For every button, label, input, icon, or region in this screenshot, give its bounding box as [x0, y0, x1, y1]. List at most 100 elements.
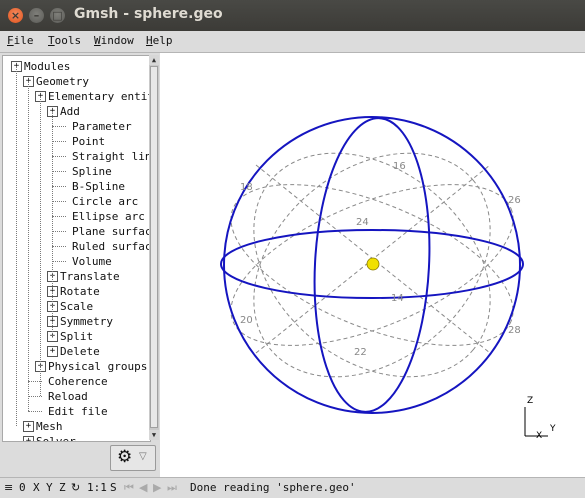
- tree-item-label: Parameter: [72, 120, 132, 133]
- tree-item[interactable]: Edit file: [3, 404, 150, 419]
- tree-item[interactable]: + Scale: [3, 299, 150, 314]
- tree-item-label: Delete: [60, 345, 100, 358]
- view-y-button[interactable]: Y: [46, 481, 53, 494]
- menu-tools[interactable]: Tools: [48, 34, 81, 47]
- menu-file[interactable]: File: [7, 34, 34, 47]
- tree-item-label: Modules: [24, 60, 71, 73]
- tree-item[interactable]: Plane surface: [3, 224, 150, 239]
- tree-item[interactable]: Volume: [3, 254, 150, 269]
- gear-icon: ⚙: [117, 447, 133, 467]
- tree-item-label: Scale: [60, 300, 94, 313]
- tree-item[interactable]: Coherence: [3, 374, 150, 389]
- tree-item[interactable]: + Rotate: [3, 284, 150, 299]
- surface-label: 26: [508, 195, 521, 206]
- tree-item[interactable]: Reload: [3, 389, 150, 404]
- tree-item[interactable]: + Split: [3, 329, 150, 344]
- tree-item-label: Mesh: [36, 420, 63, 433]
- tree-connector: [28, 81, 29, 411]
- tree-item-label: Solver: [36, 435, 76, 442]
- tree-item-label: Straight line: [72, 150, 151, 163]
- tree-connector: [52, 246, 66, 247]
- expand-toggle-icon[interactable]: +: [23, 436, 34, 441]
- tree-item[interactable]: B-Spline: [3, 179, 150, 194]
- surface-label: 28: [508, 325, 521, 336]
- close-icon: ×: [10, 9, 21, 22]
- surface-label: 20: [240, 315, 253, 326]
- scroll-down-icon[interactable]: ▼: [149, 430, 159, 440]
- center-point: [366, 257, 380, 271]
- tree-item[interactable]: Ruled surface: [3, 239, 150, 254]
- previous-step-icon[interactable]: ◀: [139, 481, 147, 494]
- view-reset-button[interactable]: 0: [19, 481, 26, 494]
- surface-label: 24: [356, 217, 369, 228]
- expand-toggle-icon[interactable]: +: [47, 346, 58, 357]
- maximize-icon: □: [52, 9, 63, 22]
- chevron-down-icon: ▽: [139, 451, 147, 462]
- tree-item[interactable]: Spline: [3, 164, 150, 179]
- y-axis-label: Y: [549, 424, 556, 434]
- tree-item[interactable]: Circle arc: [3, 194, 150, 209]
- tree-connector: [28, 411, 42, 412]
- settings-menu-button[interactable]: ⚙ ▽: [110, 445, 156, 471]
- rotate-icon[interactable]: ↻: [71, 481, 80, 494]
- menu-bar: File Tools Window Help: [0, 31, 585, 53]
- surface-label: 18: [240, 182, 253, 193]
- sphere-geometry-view[interactable]: 16 18 26 24 14 20 28 22 Z Y X: [160, 53, 585, 477]
- scrollbar-thumb[interactable]: [150, 66, 158, 428]
- tree-item[interactable]: + Solver: [3, 434, 150, 442]
- first-step-icon[interactable]: ⏮: [124, 481, 134, 495]
- surface-label: 16: [393, 161, 406, 172]
- module-tree-panel: +Modules+Geometry+Elementary entities+Ad…: [0, 53, 160, 477]
- status-message: Done reading 'sphere.geo': [190, 481, 356, 494]
- tree-item-label: Spline: [72, 165, 112, 178]
- title-bar: × – □ Gmsh - sphere.geo: [0, 0, 585, 31]
- tree-item[interactable]: + Symmetry: [3, 314, 150, 329]
- tree-item[interactable]: + Geometry: [3, 74, 150, 89]
- scale-1-1-button[interactable]: 1:1: [87, 481, 107, 494]
- scroll-up-icon[interactable]: ▲: [149, 55, 159, 65]
- tree-item[interactable]: + Modules: [3, 59, 150, 74]
- menu-toggle-icon[interactable]: ≡: [4, 481, 13, 494]
- tree-item[interactable]: Ellipse arc: [3, 209, 150, 224]
- tree-item-label: Ellipse arc: [72, 210, 145, 223]
- selection-button[interactable]: S: [110, 481, 117, 494]
- tree-item-label: Reload: [48, 390, 88, 403]
- menu-help[interactable]: Help: [146, 34, 173, 47]
- play-icon[interactable]: ▶: [153, 481, 161, 494]
- tree-connector: [52, 111, 53, 336]
- tree-item[interactable]: Parameter: [3, 119, 150, 134]
- tree-item[interactable]: + Physical groups: [3, 359, 150, 374]
- tree-item[interactable]: Point: [3, 134, 150, 149]
- tree-item-label: Elementary entities: [48, 90, 150, 103]
- last-step-icon[interactable]: ⏭: [167, 481, 177, 495]
- surface-label: 22: [354, 347, 367, 358]
- tree-item[interactable]: + Delete: [3, 344, 150, 359]
- tree-item[interactable]: + Mesh: [3, 419, 150, 434]
- tree-item[interactable]: +Elementary entities: [3, 89, 150, 104]
- window-title: Gmsh - sphere.geo: [74, 6, 223, 22]
- status-bar: ≡ 0 X Y Z ↻ 1:1 S ⏮ ◀ ▶ ⏭ Done reading '…: [0, 477, 585, 498]
- menu-window[interactable]: Window: [94, 34, 134, 47]
- expand-toggle-icon[interactable]: +: [23, 421, 34, 432]
- tree-item-label: Split: [60, 330, 94, 343]
- minimize-window-button[interactable]: –: [29, 8, 44, 23]
- tree-vertical-scrollbar[interactable]: ▲ ▼: [149, 55, 159, 440]
- x-axis-label: X: [536, 431, 542, 441]
- tree-connector: [52, 186, 66, 187]
- tree-item-label: Translate: [60, 270, 120, 283]
- tree-item[interactable]: + Add: [3, 104, 150, 119]
- tree-connector: [52, 231, 66, 232]
- tree-item-label: Ruled surface: [72, 240, 151, 253]
- tree-connector: [40, 96, 41, 396]
- view-x-button[interactable]: X: [33, 481, 40, 494]
- module-tree: +Modules+Geometry+Elementary entities+Ad…: [2, 55, 151, 442]
- tree-item-label: Add: [60, 105, 80, 118]
- maximize-window-button[interactable]: □: [50, 8, 65, 23]
- tree-item[interactable]: + Translate: [3, 269, 150, 284]
- view-z-button[interactable]: Z: [59, 481, 66, 494]
- tree-item-label: Edit file: [48, 405, 108, 418]
- tree-connector: [52, 216, 66, 217]
- graphics-viewport[interactable]: 16 18 26 24 14 20 28 22 Z Y X: [160, 53, 585, 477]
- close-window-button[interactable]: ×: [8, 8, 23, 23]
- tree-item[interactable]: Straight line: [3, 149, 150, 164]
